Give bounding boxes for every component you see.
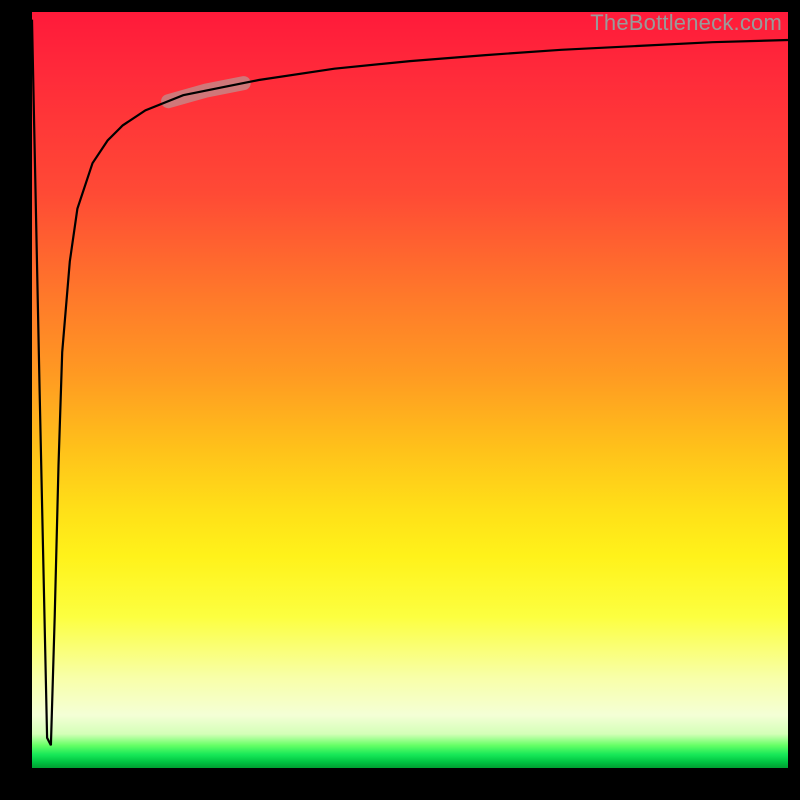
watermark-text: TheBottleneck.com — [590, 10, 782, 36]
bottleneck-curve — [32, 20, 788, 746]
chart-container: TheBottleneck.com — [0, 0, 800, 800]
plot-area: TheBottleneck.com — [32, 12, 788, 768]
chart-svg — [32, 12, 788, 768]
